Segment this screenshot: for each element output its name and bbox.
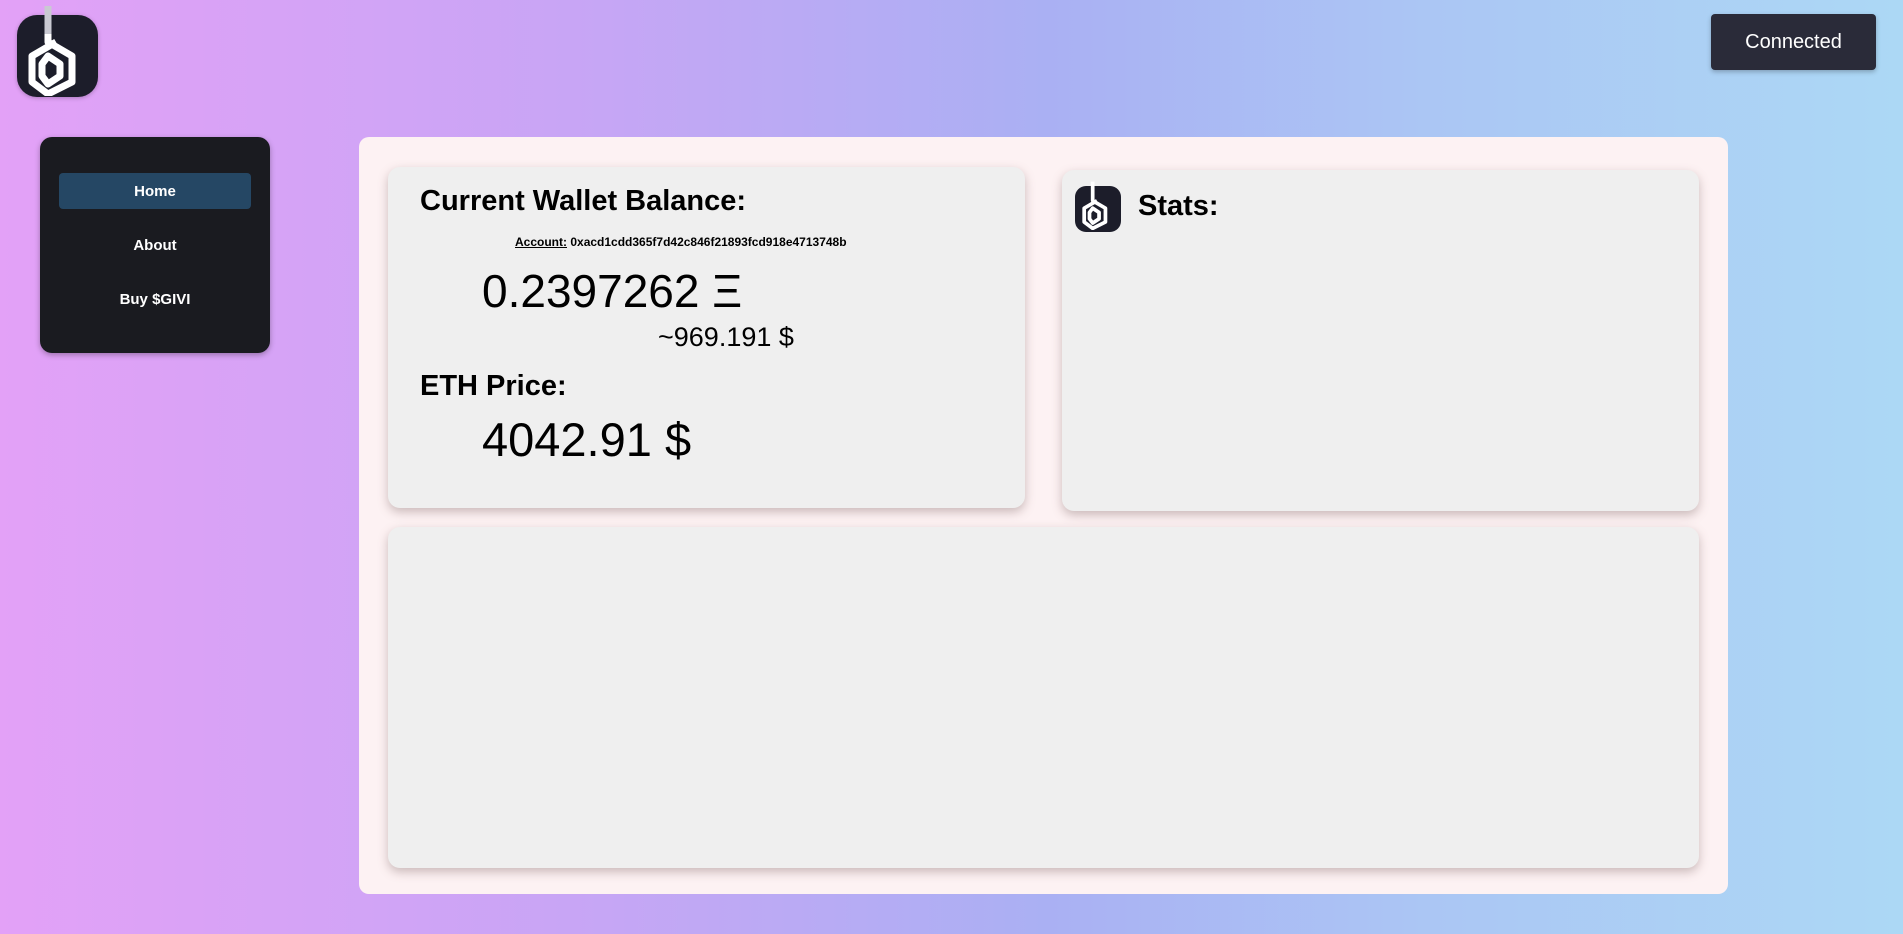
app-logo[interactable] (17, 6, 98, 97)
stats-logo (1075, 181, 1121, 232)
sidebar-item-about[interactable]: About (59, 227, 251, 263)
givi-logo-icon (1082, 181, 1108, 230)
account-line: Account: 0xacd1cdd365f7d42c846f21893fcd9… (515, 235, 847, 249)
stats-card: Stats: (1062, 170, 1699, 511)
eth-price-value: 4042.91 $ (482, 413, 692, 466)
eth-balance-value: 0.2397262 Ξ (482, 265, 743, 317)
eth-price-title: ETH Price: (420, 370, 567, 402)
account-address: 0xacd1cdd365f7d42c846f21893fcd918e471374… (570, 235, 847, 249)
givi-logo-icon (28, 6, 75, 96)
sidebar-item-home[interactable]: Home (59, 173, 251, 209)
wallet-balance-card: Current Wallet Balance: Account: 0xacd1c… (388, 167, 1025, 508)
bottom-card (388, 527, 1699, 868)
sidebar-nav: Home About Buy $GIVI (40, 137, 270, 353)
main-panel: Current Wallet Balance: Account: 0xacd1c… (359, 137, 1728, 894)
sidebar-item-buy-givi[interactable]: Buy $GIVI (59, 281, 251, 317)
stats-title: Stats: (1138, 190, 1219, 222)
connect-wallet-button[interactable]: Connected (1711, 14, 1876, 70)
usd-balance-value: ~969.191 $ (658, 322, 794, 352)
account-label: Account: (515, 235, 567, 249)
wallet-balance-title: Current Wallet Balance: (420, 185, 747, 217)
